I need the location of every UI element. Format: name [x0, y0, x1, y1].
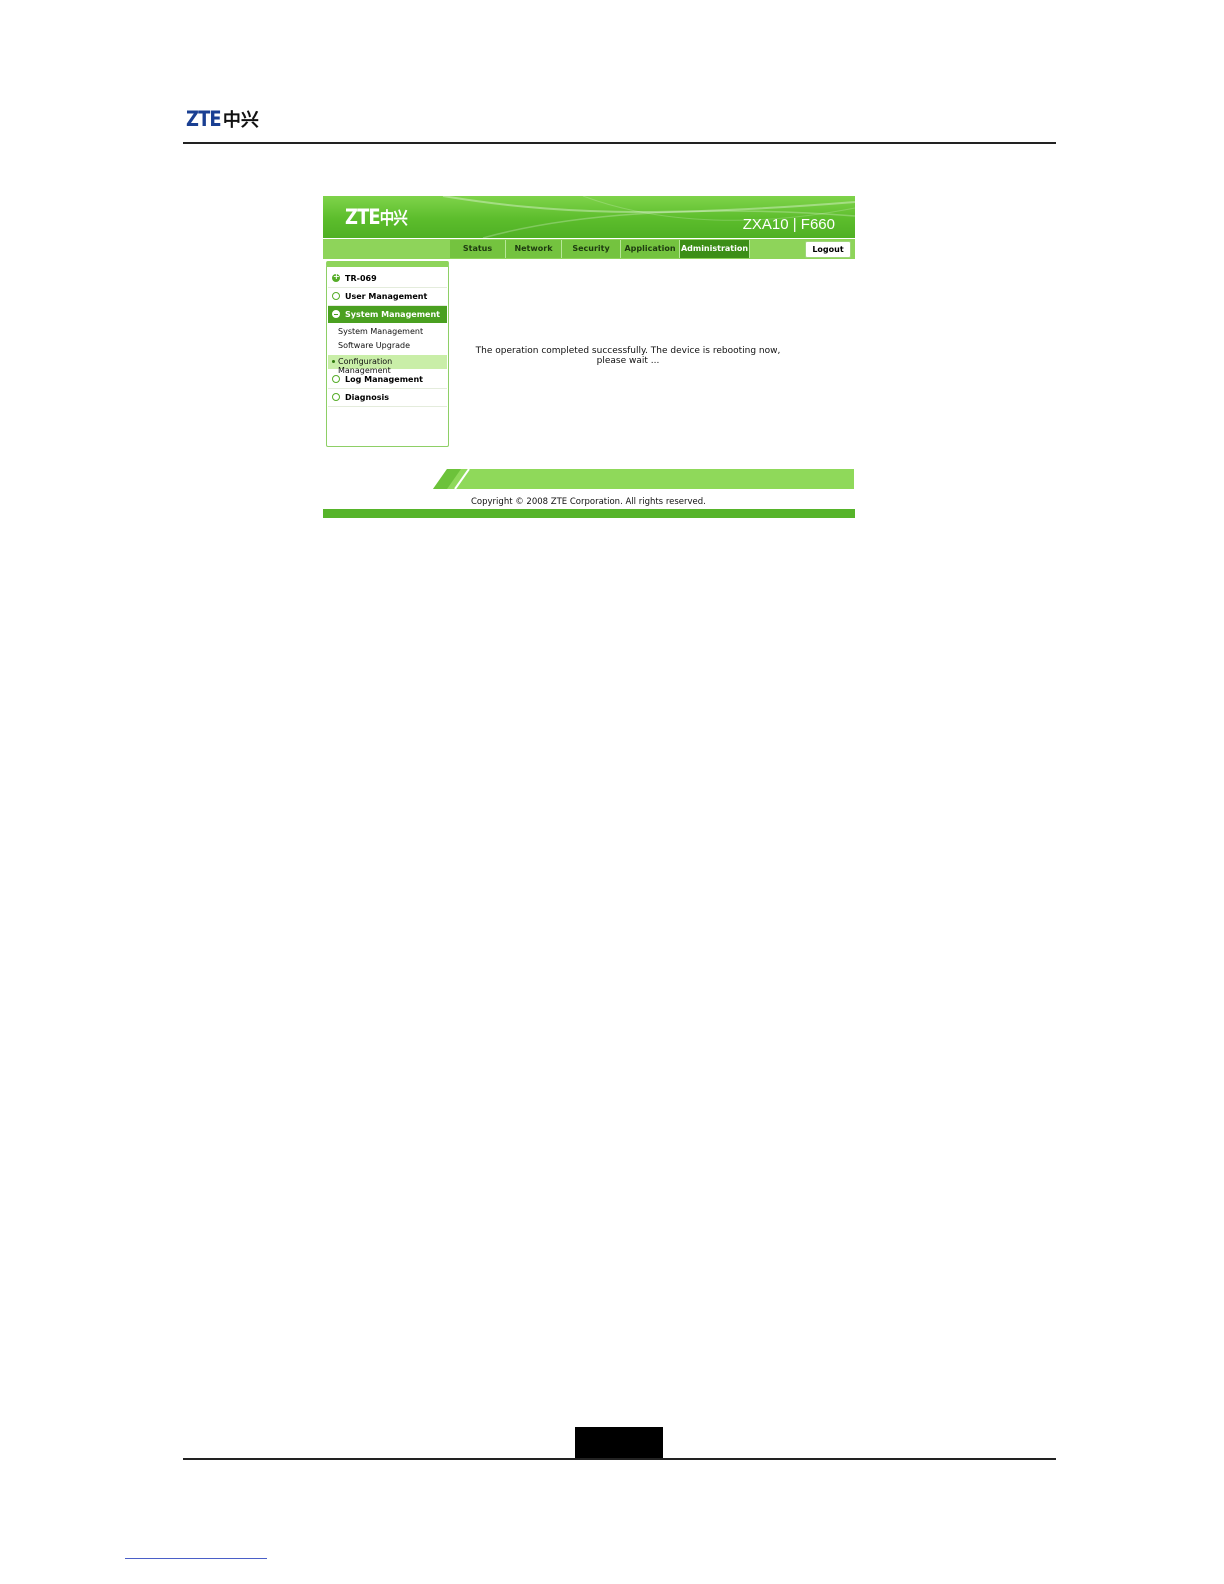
status-message-line-2: please wait ...: [596, 356, 660, 366]
sidebar-item-label: System Management: [345, 310, 440, 319]
circle-icon: [332, 393, 340, 401]
footer-bottom-bar: [323, 509, 855, 518]
header-rule: [183, 142, 1056, 144]
top-nav-bar: Status Network Security Application Admi…: [323, 239, 855, 259]
sidebar-item-user-management[interactable]: User Management: [328, 288, 447, 306]
sidebar-subitem-configuration-management[interactable]: Configuration Management: [328, 355, 447, 375]
sidebar-subitem-software-upgrade[interactable]: Software Upgrade: [328, 339, 447, 353]
model-name: ZXA10 | F660: [742, 216, 835, 233]
top-banner: ZTE中兴 ZXA10 | F660: [323, 196, 855, 238]
zte-document-logo: ZTE 中兴: [186, 106, 259, 132]
logo-cjk-text: 中兴: [222, 110, 259, 131]
selected-bullet-icon: [332, 360, 335, 363]
sidebar-item-label: TR-069: [345, 274, 377, 283]
sidebar-item-system-management[interactable]: System Management: [328, 306, 447, 323]
footnote-link-underline: [125, 1558, 267, 1559]
collapse-minus-icon: [332, 310, 340, 318]
status-message-line-1: The operation completed successfully. Th…: [475, 346, 781, 356]
sidebar-item-tr069[interactable]: TR-069: [328, 270, 447, 288]
router-web-ui-screenshot: ZTE中兴 ZXA10 | F660 Status Network Securi…: [323, 196, 855, 518]
left-sidebar-menu: TR-069 User Management System Management…: [326, 261, 449, 447]
tab-network[interactable]: Network: [506, 240, 562, 258]
expand-plus-icon: [332, 272, 340, 282]
sidebar-item-label: User Management: [345, 292, 428, 301]
banner-logo-latin: ZTE: [345, 205, 381, 229]
footer-rule: [183, 1458, 1056, 1460]
logout-button[interactable]: Logout: [805, 241, 851, 258]
subitem-label: System Management: [338, 327, 424, 336]
circle-icon: [332, 375, 340, 383]
tab-administration[interactable]: Administration: [680, 240, 750, 258]
banner-logo: ZTE中兴: [345, 204, 408, 229]
status-message: The operation completed successfully. Th…: [453, 346, 803, 366]
banner-logo-cjk: 中兴: [379, 209, 408, 229]
tab-status[interactable]: Status: [450, 240, 506, 258]
copyright-text: Copyright © 2008 ZTE Corporation. All ri…: [471, 497, 706, 507]
footer-green-band: [433, 469, 854, 489]
sidebar-item-label: Log Management: [345, 375, 423, 384]
sidebar-item-log-management[interactable]: Log Management: [328, 371, 447, 389]
sidebar-item-diagnosis[interactable]: Diagnosis: [328, 389, 447, 407]
tab-security[interactable]: Security: [562, 240, 621, 258]
subitem-label: Software Upgrade: [338, 341, 411, 350]
sidebar-subitem-system-management[interactable]: System Management: [328, 325, 447, 339]
page-number-box: [575, 1427, 663, 1459]
tab-application[interactable]: Application: [621, 240, 680, 258]
circle-icon: [332, 292, 340, 300]
sidebar-item-label: Diagnosis: [345, 393, 389, 402]
logo-latin-text: ZTE: [186, 107, 222, 131]
